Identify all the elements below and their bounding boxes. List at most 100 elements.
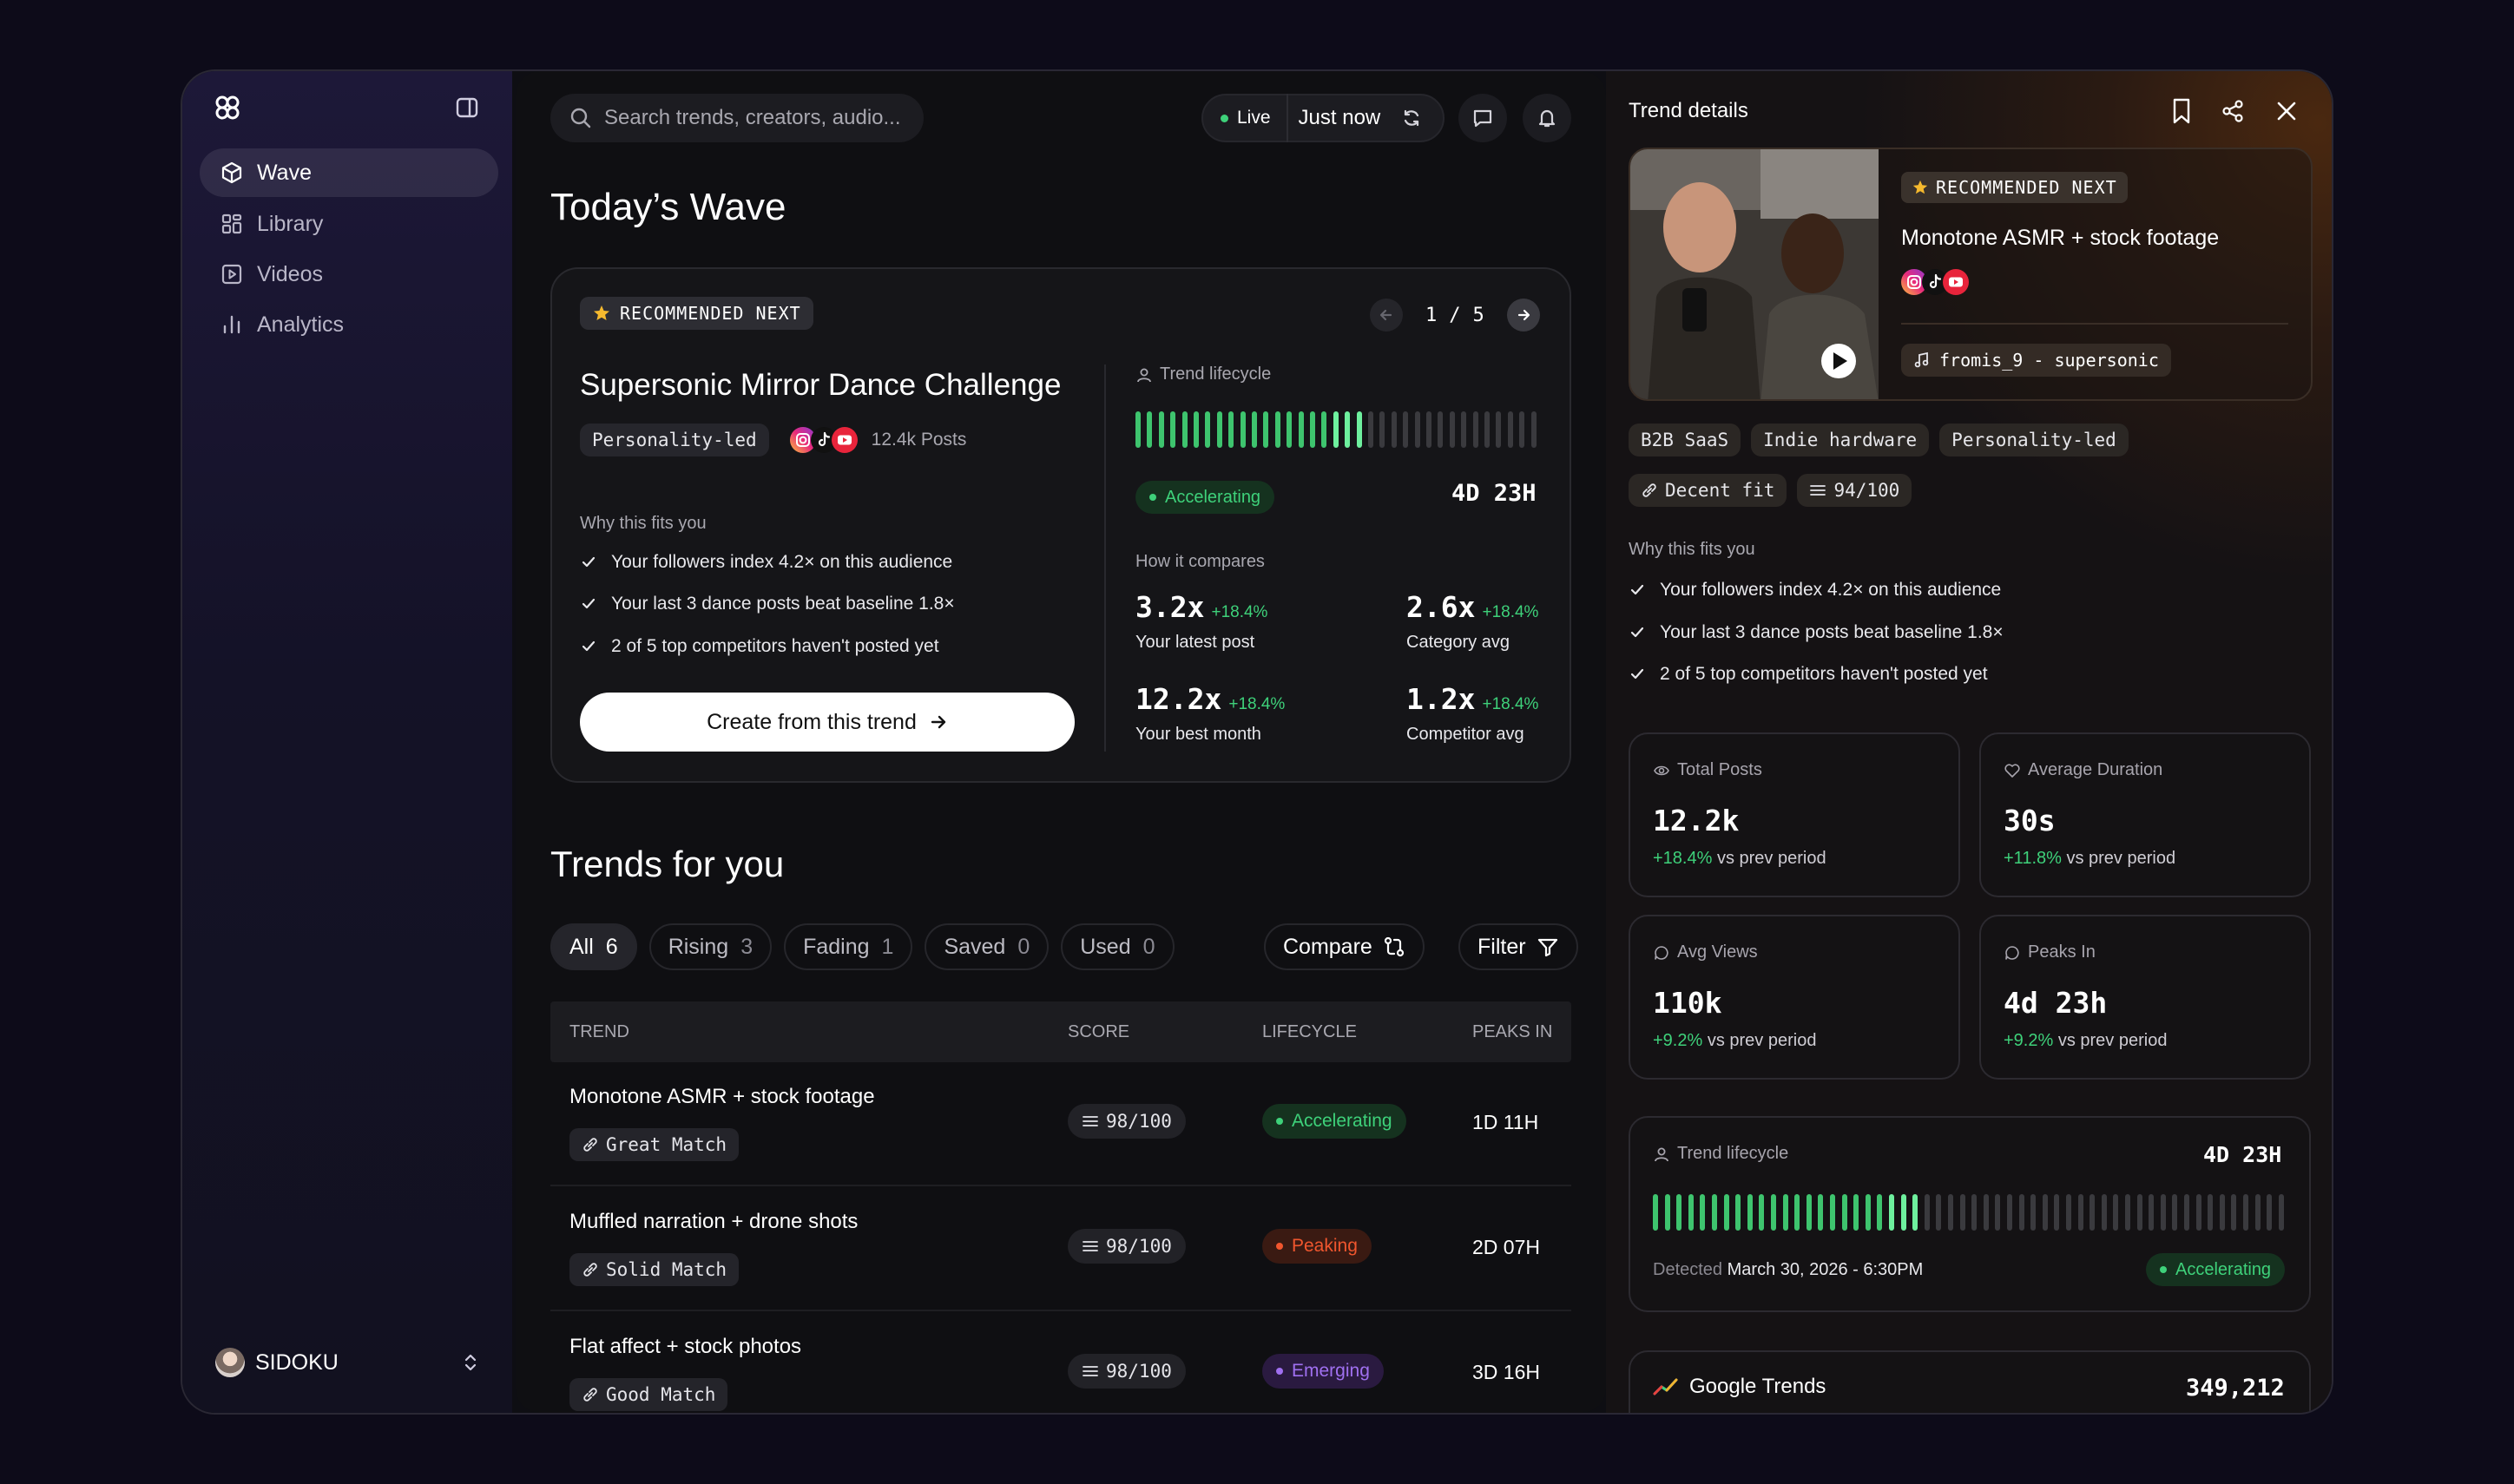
table-row[interactable]: Muffled narration + drone shots Solid Ma… <box>550 1187 1571 1311</box>
lifecycle-bar <box>1135 411 1141 448</box>
filter-button[interactable]: Filter <box>1458 923 1578 970</box>
lifecycle-bar <box>1936 1194 1942 1231</box>
live-status[interactable]: Live Just now <box>1201 94 1445 142</box>
table-row[interactable]: Monotone ASMR + stock footage Great Matc… <box>550 1062 1571 1186</box>
cube-icon <box>220 161 257 184</box>
user-name: SIDOKU <box>255 1349 339 1375</box>
reason-item: Your followers index 4.2× on this audien… <box>1629 580 2001 601</box>
search-bar[interactable] <box>550 94 924 142</box>
search-input[interactable] <box>604 106 924 130</box>
lifecycle-bar <box>2090 1194 2096 1231</box>
lifecycle-bar <box>2101 1194 2107 1231</box>
table-row[interactable]: Flat affect + stock photos Good Match 98… <box>550 1312 1571 1413</box>
share-icon[interactable] <box>2221 99 2245 123</box>
lifecycle-bar <box>2149 1194 2155 1231</box>
lifecycle-bar <box>1959 1194 1965 1231</box>
lifecycle-pill: Emerging <box>1262 1354 1384 1389</box>
recommended-card: RECOMMENDED NEXT 1 / 5 Supersonic Mirror… <box>550 267 1571 783</box>
trend-video-card: RECOMMENDED NEXT Monotone ASMR + stock f… <box>1629 148 2313 401</box>
refresh-icon[interactable] <box>1401 108 1422 128</box>
lifecycle-bar <box>2172 1194 2178 1231</box>
filter-icon <box>1537 936 1559 958</box>
lifecycle-pill: Peaking <box>1262 1229 1372 1264</box>
create-from-trend-button[interactable]: Create from this trend <box>580 693 1075 752</box>
lifecycle-bar <box>1971 1194 1978 1231</box>
lifecycle-bar <box>1438 411 1444 448</box>
peaks-in: 1D 11H <box>1472 1111 1539 1133</box>
lifecycle-bar <box>1806 1194 1812 1231</box>
toggle-sidebar-icon[interactable] <box>455 95 479 120</box>
lifecycle-bar <box>2231 1194 2237 1231</box>
lifecycle-bar <box>2208 1194 2214 1231</box>
bell-icon <box>1536 107 1558 129</box>
lifecycle-bar <box>2219 1194 2225 1231</box>
next-button[interactable] <box>1506 299 1540 332</box>
lifecycle-bar <box>1333 411 1339 448</box>
lifecycle-bar <box>2195 1194 2201 1231</box>
recommended-badge: RECOMMENDED NEXT <box>580 297 813 330</box>
lifecycle-bar <box>1830 1194 1835 1231</box>
divider <box>1104 364 1106 752</box>
lifecycle-bar <box>1426 411 1431 448</box>
prev-button[interactable] <box>1370 299 1403 332</box>
lifecycle-bar <box>2054 1194 2060 1231</box>
lifecycle-bar <box>1181 411 1188 448</box>
lifecycle-bar <box>1759 1194 1765 1231</box>
lifecycle-bar <box>2184 1194 2189 1231</box>
youtube-icon <box>831 427 858 453</box>
lifecycle-bar <box>1449 411 1455 448</box>
stat-total-posts: Total Posts 12.2k +18.4% vs prev period <box>1629 732 1960 897</box>
compare-stat: 2.6x +18.4% Category avg <box>1406 590 1539 652</box>
lifecycle-bar <box>1321 411 1327 448</box>
bookmark-icon[interactable] <box>2168 97 2195 125</box>
lifecycle-bar <box>1948 1194 1953 1231</box>
sidebar: Wave Library Videos Analytics SIDOKU <box>182 71 512 1413</box>
video-thumbnail[interactable] <box>1630 149 1879 399</box>
notifications-button[interactable] <box>1523 94 1571 142</box>
google-trends-card[interactable]: Google Trends 349,212 <box>1629 1350 2311 1413</box>
messages-button[interactable] <box>1458 94 1507 142</box>
table-header: TREND SCORE LIFECYCLE PEAKS IN <box>550 1001 1571 1062</box>
sidebar-item-videos[interactable]: Videos <box>200 250 498 299</box>
lifecycle-bar <box>1461 411 1467 448</box>
lifecycle-bar <box>1747 1194 1753 1231</box>
stat-peaks-in: Peaks In 4d 23h +9.2% vs prev period <box>1979 915 2311 1080</box>
search-icon <box>569 107 592 129</box>
tab-fading[interactable]: Fading 1 <box>784 923 913 970</box>
live-dot <box>1221 114 1228 122</box>
lifecycle-bar <box>1782 1194 1788 1231</box>
app-logo-icon[interactable] <box>214 94 241 121</box>
peaks-in: 2D 07H <box>1472 1236 1540 1258</box>
sidebar-item-library[interactable]: Library <box>200 200 498 248</box>
lifecycle-bar <box>1310 411 1315 448</box>
lifecycle-bar <box>1519 411 1525 448</box>
app-window: Wave Library Videos Analytics SIDOKU .ma… <box>181 69 2333 1415</box>
lifecycle-bar <box>1403 411 1409 448</box>
lifecycle-bar <box>1507 411 1513 448</box>
compare-button[interactable]: Compare <box>1264 923 1425 970</box>
platform-icons <box>1901 269 1969 295</box>
lifecycle-bar <box>2278 1194 2284 1231</box>
time-left: 4D 23H <box>1451 480 1537 507</box>
sidebar-item-label: Analytics <box>257 312 345 337</box>
lifecycle-bar <box>2243 1194 2248 1231</box>
lifecycle-bar <box>1735 1194 1741 1231</box>
sidebar-item-label: Wave <box>257 160 312 185</box>
user-menu[interactable]: SIDOKU <box>215 1347 479 1378</box>
tag: B2B SaaS <box>1629 424 1741 456</box>
lifecycle-bar <box>2125 1194 2130 1231</box>
tab-all[interactable]: All 6 <box>550 923 637 970</box>
bar-chart-icon <box>220 313 257 336</box>
tab-rising[interactable]: Rising 3 <box>648 923 773 970</box>
updated-label: Just now <box>1298 106 1381 129</box>
sidebar-item-wave[interactable]: Wave <box>200 148 498 197</box>
sidebar-item-analytics[interactable]: Analytics <box>200 300 498 349</box>
stat-avg-views: Avg Views 110k +9.2% vs prev period <box>1629 915 1960 1080</box>
audio-tag[interactable]: fromis_9 - supersonic <box>1901 344 2171 377</box>
close-icon[interactable] <box>2274 99 2299 123</box>
tab-used[interactable]: Used 0 <box>1061 923 1175 970</box>
tab-saved[interactable]: Saved 0 <box>925 923 1050 970</box>
lifecycle-bar <box>1688 1194 1694 1231</box>
lifecycle-bar <box>1496 411 1502 448</box>
lifecycle-bar <box>2030 1194 2037 1231</box>
